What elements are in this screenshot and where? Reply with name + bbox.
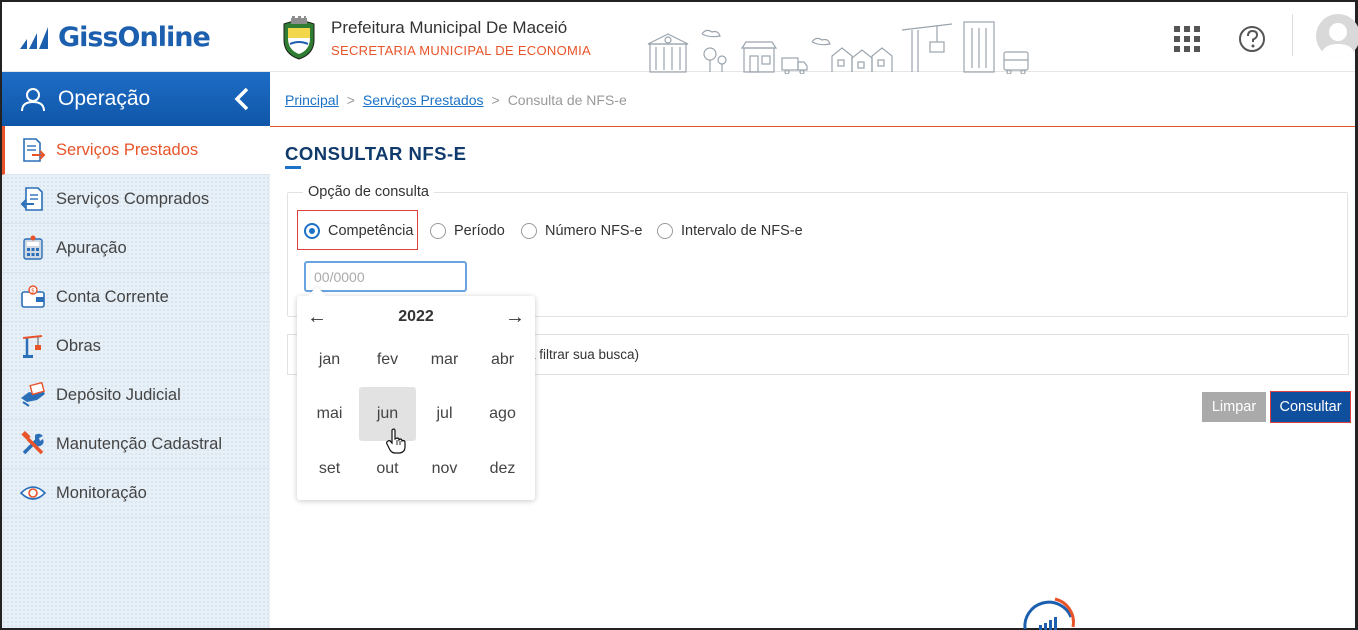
city-crest-icon xyxy=(283,16,315,60)
consult-button[interactable]: Consultar xyxy=(1270,391,1351,423)
help-icon[interactable] xyxy=(1238,25,1266,53)
breadcrumb-current: Consulta de NFS-e xyxy=(507,92,627,108)
radio-dot xyxy=(657,223,673,239)
month-mai[interactable]: mai xyxy=(301,387,358,441)
user-avatar[interactable] xyxy=(1316,14,1358,58)
competencia-input[interactable] xyxy=(304,261,467,292)
fieldset-legend: Opção de consulta xyxy=(303,184,434,200)
sidebar-item-manutencao-cadastral[interactable]: Manutenção Cadastral xyxy=(2,420,270,469)
page-title: CONSULTAR NFS-E xyxy=(285,143,467,164)
clear-button[interactable]: Limpar xyxy=(1202,392,1266,422)
radio-label: Período xyxy=(454,223,505,239)
sidebar-item-obras[interactable]: Obras xyxy=(2,322,270,371)
svg-text:$: $ xyxy=(31,288,35,295)
sidebar-item-apuracao[interactable]: Apuração xyxy=(2,224,270,273)
deposit-icon xyxy=(18,382,48,408)
sidebar-item-monitoracao[interactable]: Monitoração xyxy=(2,469,270,518)
breadcrumb-link-principal[interactable]: Principal xyxy=(285,92,339,108)
sidebar-item-label: Apuração xyxy=(56,238,127,257)
radio-dot xyxy=(430,223,446,239)
radio-dot xyxy=(304,223,320,239)
month-jul[interactable]: jul xyxy=(416,387,473,441)
month-fev[interactable]: fev xyxy=(359,333,416,387)
brand-logo[interactable]: GissOnline xyxy=(20,22,211,53)
sidebar-item-deposito-judicial[interactable]: Depósito Judicial xyxy=(2,371,270,420)
radio-periodo[interactable]: Período xyxy=(430,223,505,239)
month-abr[interactable]: abr xyxy=(474,333,531,387)
next-year-arrow-icon[interactable]: → xyxy=(505,306,525,329)
month-picker: ← 2022 → jan fev mar abr mai jun jul ago… xyxy=(297,296,535,500)
breadcrumb-separator: > xyxy=(346,92,355,108)
picker-year[interactable]: 2022 xyxy=(297,308,535,326)
apps-grid-icon[interactable] xyxy=(1174,26,1200,52)
document-out-icon xyxy=(18,137,48,163)
radio-label: Intervalo de NFS-e xyxy=(681,223,803,239)
user-silhouette-icon xyxy=(1321,23,1355,58)
hand-pointer-cursor-icon xyxy=(386,428,406,454)
radio-competencia[interactable]: Competência xyxy=(304,223,413,239)
sidebar-item-label: Serviços Comprados xyxy=(56,189,210,208)
sidebar-item-conta-corrente[interactable]: $ Conta Corrente xyxy=(2,273,270,322)
collapse-sidebar-chevron-icon[interactable] xyxy=(234,87,250,111)
logo-text: GissOnline xyxy=(58,22,211,53)
sidebar-item-label: Manutenção Cadastral xyxy=(56,434,223,453)
radio-label: Competência xyxy=(328,223,414,239)
month-mar[interactable]: mar xyxy=(416,333,473,387)
sidebar-item-label: Conta Corrente xyxy=(56,287,169,306)
sidebar-item-servicos-prestados[interactable]: Serviços Prestados xyxy=(2,126,270,175)
eye-icon xyxy=(18,484,48,502)
breadcrumb-link-servicos-prestados[interactable]: Serviços Prestados xyxy=(363,92,484,108)
sidebar-item-servicos-comprados[interactable]: Serviços Comprados xyxy=(2,175,270,224)
month-nov[interactable]: nov xyxy=(416,442,473,496)
logo-bars-icon xyxy=(20,26,48,49)
city-skyline-illustration xyxy=(647,21,1029,74)
radio-numero-nfse[interactable]: Número NFS-e xyxy=(521,223,643,239)
secretariat-name: SECRETARIA MUNICIPAL DE ECONOMIA xyxy=(331,43,592,58)
tools-icon xyxy=(18,431,48,457)
document-in-icon xyxy=(18,186,48,212)
month-jan[interactable]: jan xyxy=(301,333,358,387)
loading-spinner-icon xyxy=(1023,597,1075,630)
sidebar-item-label: Serviços Prestados xyxy=(56,140,199,159)
user-outline-icon xyxy=(21,88,45,112)
breadcrumb-divider xyxy=(270,126,1355,127)
radio-label: Número NFS-e xyxy=(545,223,643,239)
breadcrumb-separator: > xyxy=(491,92,500,108)
radio-intervalo-nfse[interactable]: Intervalo de NFS-e xyxy=(657,223,803,239)
radio-dot xyxy=(521,223,537,239)
top-header: GissOnline Prefeitura Municipal De Macei… xyxy=(2,2,1358,74)
sidebar-item-label: Obras xyxy=(56,336,101,355)
breadcrumb: Principal > Serviços Prestados > Consult… xyxy=(285,92,627,108)
sidebar-header: Operação xyxy=(2,72,270,126)
sidebar: Operação Serviços Prestados Serviços Com… xyxy=(2,72,270,628)
calculator-icon xyxy=(18,235,48,261)
sidebar-title: Operação xyxy=(58,87,151,110)
month-ago[interactable]: ago xyxy=(474,387,531,441)
sidebar-item-label: Depósito Judicial xyxy=(56,385,181,404)
month-set[interactable]: set xyxy=(301,442,358,496)
sidebar-item-label: Monitoração xyxy=(56,483,147,502)
municipality-name: Prefeitura Municipal De Maceió xyxy=(331,18,568,37)
filter-hint-text: a filtrar sua busca) xyxy=(528,347,640,362)
header-divider xyxy=(1292,14,1293,56)
wallet-icon: $ xyxy=(18,284,48,310)
title-accent xyxy=(285,166,301,169)
crane-icon xyxy=(18,333,48,359)
month-dez[interactable]: dez xyxy=(474,442,531,496)
